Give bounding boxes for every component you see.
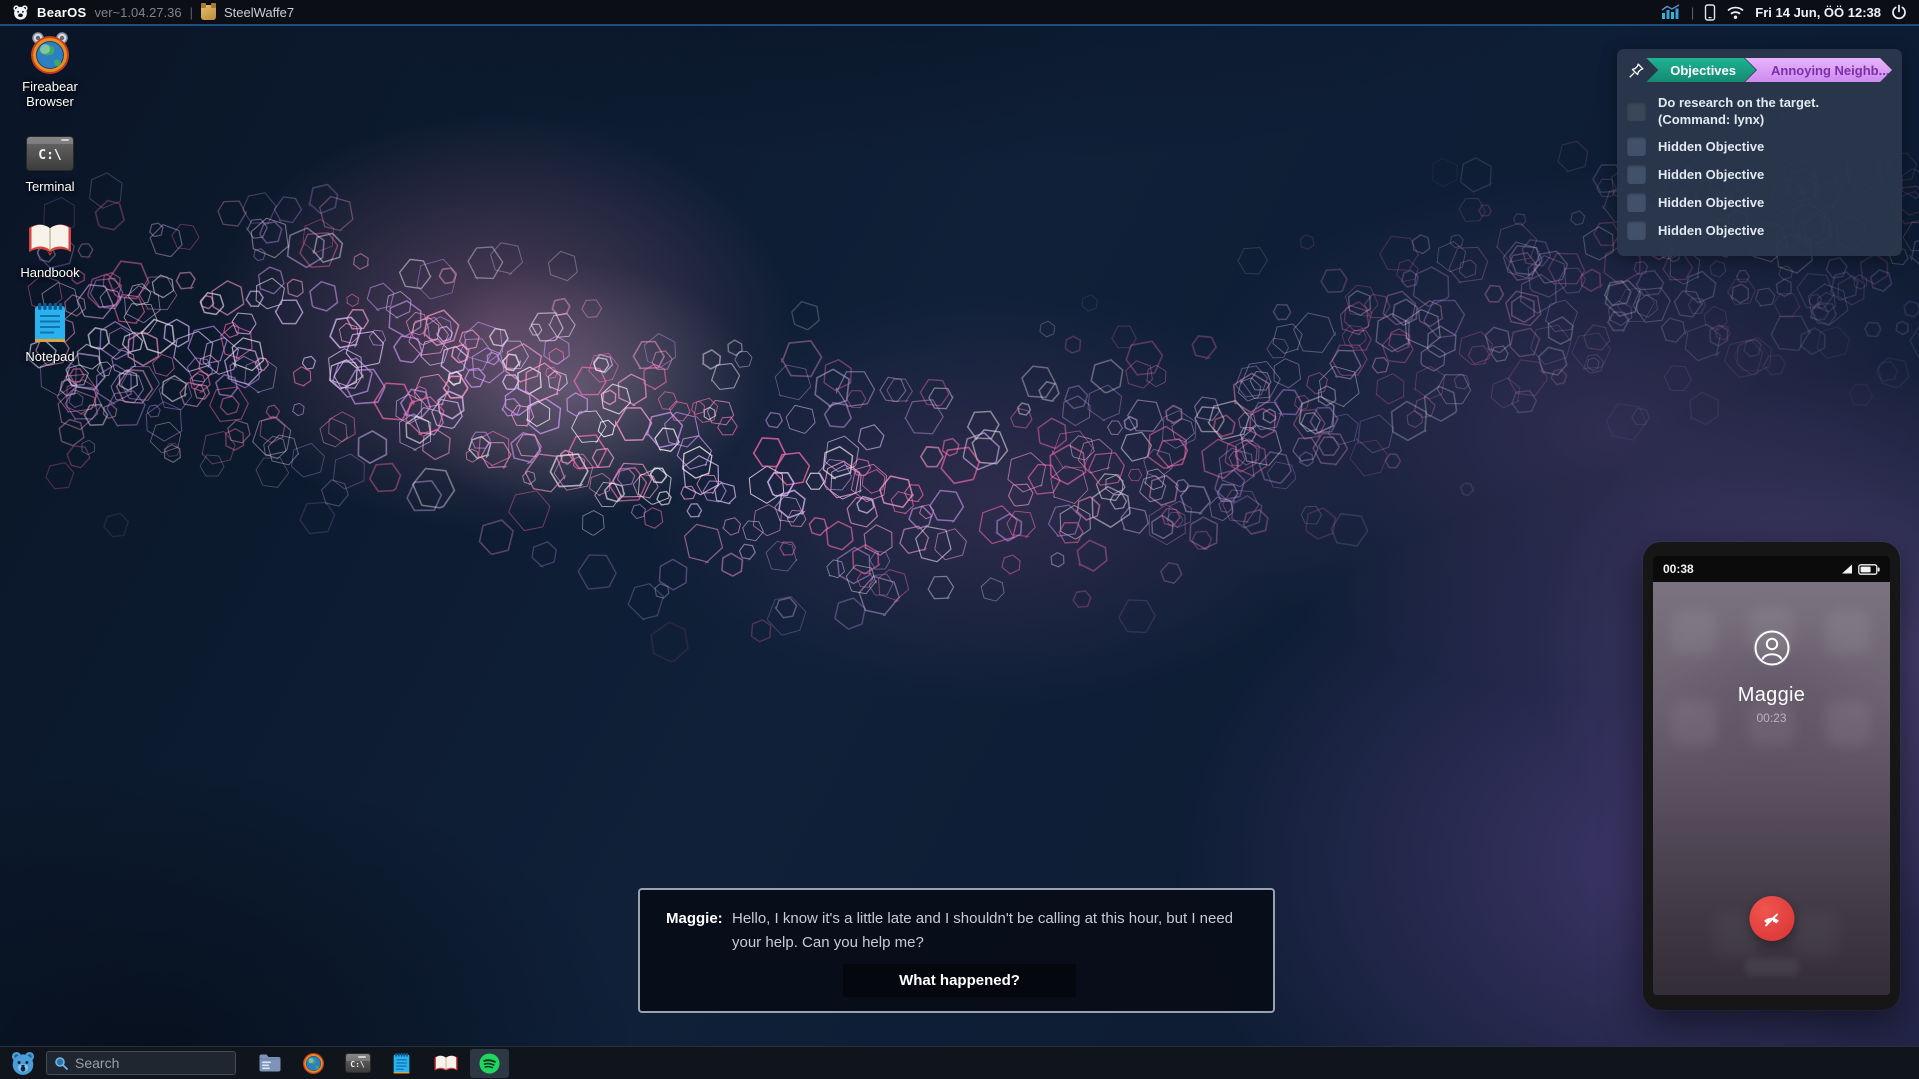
music-player-icon — [478, 1052, 501, 1075]
search-icon — [54, 1056, 68, 1070]
desktop-icon-label: Notepad — [25, 350, 74, 365]
bear-logo-icon — [12, 4, 29, 21]
call-duration: 00:23 — [1756, 711, 1786, 725]
folder-icon — [258, 1053, 282, 1073]
objective-item: Hidden Objective — [1627, 193, 1892, 212]
objective-item: Hidden Objective — [1627, 137, 1892, 156]
os-version: ver~1.04.27.36 — [95, 5, 182, 20]
desktop-icon-fireabear-browser[interactable]: Fireabear Browser — [8, 30, 92, 110]
dialogue-speaker: Maggie: — [666, 907, 732, 955]
hangup-call-icon — [1761, 908, 1783, 930]
device-icon — [1704, 4, 1716, 21]
phone: 00:38 — [1643, 542, 1900, 1010]
pushpin-icon[interactable] — [1627, 62, 1646, 79]
signal-icon — [1841, 564, 1853, 574]
tab-objectives[interactable]: Objectives — [1646, 58, 1756, 82]
fireabear-browser-icon — [302, 1052, 325, 1075]
notepad-icon — [392, 1052, 411, 1075]
phone-status-time: 00:38 — [1663, 562, 1694, 576]
taskbar-app-handbook[interactable] — [426, 1049, 465, 1078]
os-name: BearOS — [37, 5, 87, 20]
objective-checkbox — [1627, 221, 1646, 240]
notepad-icon — [32, 300, 68, 346]
objective-item: Hidden Objective — [1627, 221, 1892, 240]
person-icon — [1750, 626, 1794, 670]
taskbar-app-terminal[interactable]: C:\ — [338, 1049, 377, 1078]
taskbar-app-notepad[interactable] — [382, 1049, 421, 1078]
dialogue-box: Maggie: Hello, I know it's a little late… — [638, 888, 1275, 1013]
objective-checkbox — [1627, 137, 1646, 156]
wifi-icon — [1726, 5, 1745, 20]
objective-item: Hidden Objective — [1627, 165, 1892, 184]
taskbar-app-browser[interactable] — [294, 1049, 333, 1078]
taskbar: C:\ — [0, 1046, 1919, 1079]
desktop-icon-handbook[interactable]: Handbook — [8, 216, 92, 281]
power-icon[interactable] — [1891, 4, 1907, 20]
desktop-icon-notepad[interactable]: Notepad — [8, 300, 92, 365]
search-box[interactable] — [46, 1051, 236, 1075]
battery-icon — [1858, 564, 1880, 575]
objectives-panel: Objectives Annoying Neighb... Do researc… — [1617, 49, 1902, 256]
network-stats-icon — [1661, 4, 1681, 20]
phone-screen: 00:38 — [1653, 556, 1890, 995]
phone-status-bar: 00:38 — [1653, 556, 1890, 582]
fireabear-browser-icon — [27, 30, 73, 76]
objective-checkbox — [1627, 102, 1646, 121]
terminal-icon: C:\ — [345, 1053, 371, 1073]
objective-item: Do research on the target.(Command: lynx… — [1627, 94, 1892, 128]
hangup-call-button[interactable] — [1749, 896, 1794, 941]
topbar-separator: | — [190, 5, 193, 20]
desktop-icon-terminal[interactable]: C:\ Terminal — [8, 130, 92, 195]
dialogue-choice-button[interactable]: What happened? — [843, 964, 1076, 997]
topbar-separator-2: | — [1691, 5, 1694, 20]
bear-start-icon — [10, 1050, 36, 1076]
objective-checkbox — [1627, 165, 1646, 184]
handbook-icon — [433, 1053, 459, 1074]
objective-checkbox — [1627, 193, 1646, 212]
caller-name: Maggie — [1738, 684, 1805, 707]
dialogue-text: Hello, I know it's a little late and I s… — [732, 907, 1253, 955]
top-bar: BearOS ver~1.04.27.36 | SteelWaffe7 | — [0, 0, 1919, 26]
desktop-icon-label: Terminal — [25, 180, 74, 195]
username: SteelWaffe7 — [224, 5, 294, 20]
terminal-icon: C:\ — [26, 130, 74, 176]
phone-home-indicator — [1744, 958, 1800, 976]
handbook-icon — [26, 216, 74, 262]
taskbar-app-file-manager[interactable] — [250, 1049, 289, 1078]
doge-avatar-icon — [201, 5, 216, 20]
desktop-icon-label: Handbook — [20, 266, 79, 281]
search-input[interactable] — [75, 1055, 215, 1071]
desktop-icon-label: Fireabear Browser — [8, 80, 92, 110]
game-desktop: { "topbar": { "os_name": "BearOS", "vers… — [0, 0, 1919, 1079]
clock: Fri 14 Jun, ÖÖ 12:38 — [1755, 5, 1881, 20]
start-button[interactable] — [8, 1049, 38, 1077]
taskbar-app-music-player[interactable] — [470, 1049, 509, 1078]
tab-mission[interactable]: Annoying Neighb... — [1745, 58, 1892, 82]
